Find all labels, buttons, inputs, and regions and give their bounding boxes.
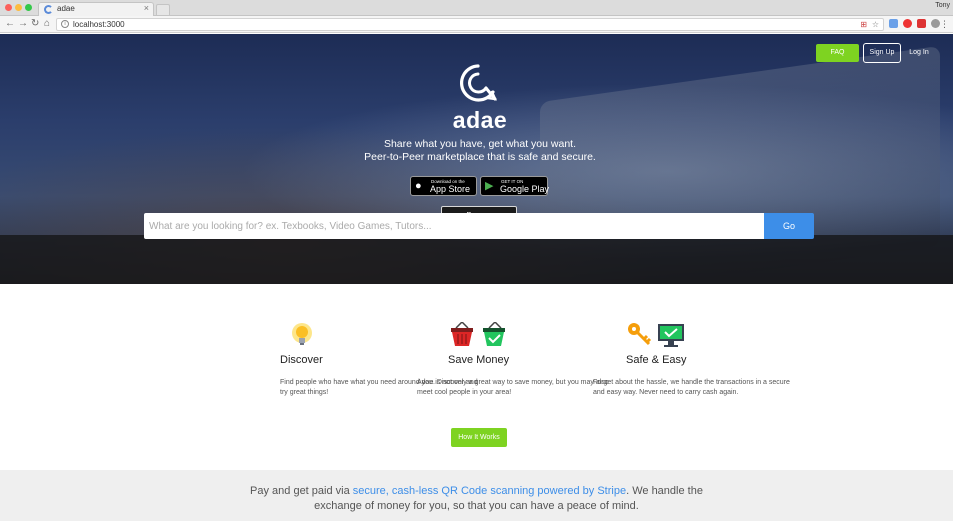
new-tab-button[interactable] — [156, 4, 170, 15]
feature-title: Save Money — [448, 354, 510, 366]
feature-text: Adae is not only a great way to save mon… — [417, 379, 609, 396]
browser-menu-icon[interactable]: ⋮ — [940, 17, 949, 31]
how-it-works-button[interactable]: How It Works — [451, 428, 507, 447]
brand-name: adae — [452, 107, 508, 133]
google-play-icon: ▶ — [485, 180, 494, 192]
log-in-link[interactable]: Log In — [904, 44, 934, 62]
tab-close-icon[interactable]: × — [144, 3, 149, 13]
extension-circle-icon[interactable] — [931, 19, 940, 28]
address-bar[interactable]: i localhost:3000 ⊞ ☆ — [56, 18, 884, 31]
window-zoom-button[interactable] — [25, 4, 32, 11]
adae-favicon-icon — [44, 5, 53, 14]
feature-title: Safe & Easy — [626, 354, 687, 366]
faq-button[interactable]: FAQ — [816, 44, 859, 62]
google-play-button[interactable]: ▶ GET IT ON Google Play — [480, 176, 550, 196]
adblock-icon[interactable] — [917, 19, 926, 28]
opera-extension-icon[interactable] — [903, 19, 912, 28]
search-band — [0, 235, 953, 284]
extension-icon[interactable] — [889, 19, 898, 28]
stripe-info-text: Pay and get paid via secure, cash-less Q… — [250, 484, 703, 514]
search-input[interactable] — [144, 213, 764, 239]
lightbulb-icon — [292, 323, 312, 345]
apple-icon: ● — [415, 180, 422, 192]
browser-profile-name[interactable]: Tony — [935, 2, 950, 9]
back-arrow-icon[interactable]: ← — [5, 17, 15, 31]
app-store-big-label: App Store — [430, 184, 471, 194]
hero-section: FAQ Sign Up Log In adae Share what you h… — [0, 34, 953, 284]
tagline-line-1: Share what you have, get what you want. — [383, 138, 577, 150]
tagline: Share what you have, get what you want. … — [330, 138, 630, 164]
basket-icon — [451, 322, 505, 346]
browser-toolbar: ← → ↻ ⌂ i localhost:3000 ⊞ ☆ ⋮ — [0, 16, 953, 33]
browser-tab[interactable]: adae × — [38, 2, 154, 16]
stripe-link[interactable]: secure, cash-less QR Code scanning power… — [353, 485, 626, 497]
window-close-button[interactable] — [5, 4, 12, 11]
home-icon[interactable]: ⌂ — [44, 17, 50, 31]
feature-title: Discover — [280, 354, 323, 366]
url-text[interactable]: localhost:3000 — [73, 19, 125, 31]
window-minimize-button[interactable] — [15, 4, 22, 11]
key-monitor-icon — [628, 323, 684, 347]
browser-tab-bar: adae × Tony — [0, 0, 953, 16]
band-text-before: Pay and get paid via — [250, 485, 353, 497]
go-button[interactable]: Go — [764, 213, 814, 239]
forward-arrow-icon[interactable]: → — [18, 17, 28, 31]
adae-logo-icon — [459, 64, 498, 102]
app-store-button[interactable]: ● Download on the App Store — [410, 176, 477, 196]
bookmark-star-icon[interactable]: ☆ — [872, 20, 879, 30]
tagline-line-2: Peer-to-Peer marketplace that is safe an… — [364, 151, 596, 163]
google-play-big-label: Google Play — [500, 184, 550, 194]
stripe-info-band: Pay and get paid via secure, cash-less Q… — [0, 470, 953, 521]
site-info-icon[interactable]: i — [61, 20, 69, 28]
reload-icon[interactable]: ↻ — [31, 17, 39, 31]
sign-up-button[interactable]: Sign Up — [863, 43, 901, 63]
translate-icon[interactable]: ⊞ — [860, 20, 867, 30]
feature-text: Forget about the hassle, we handle the t… — [593, 379, 790, 396]
tab-title: adae — [57, 4, 75, 13]
